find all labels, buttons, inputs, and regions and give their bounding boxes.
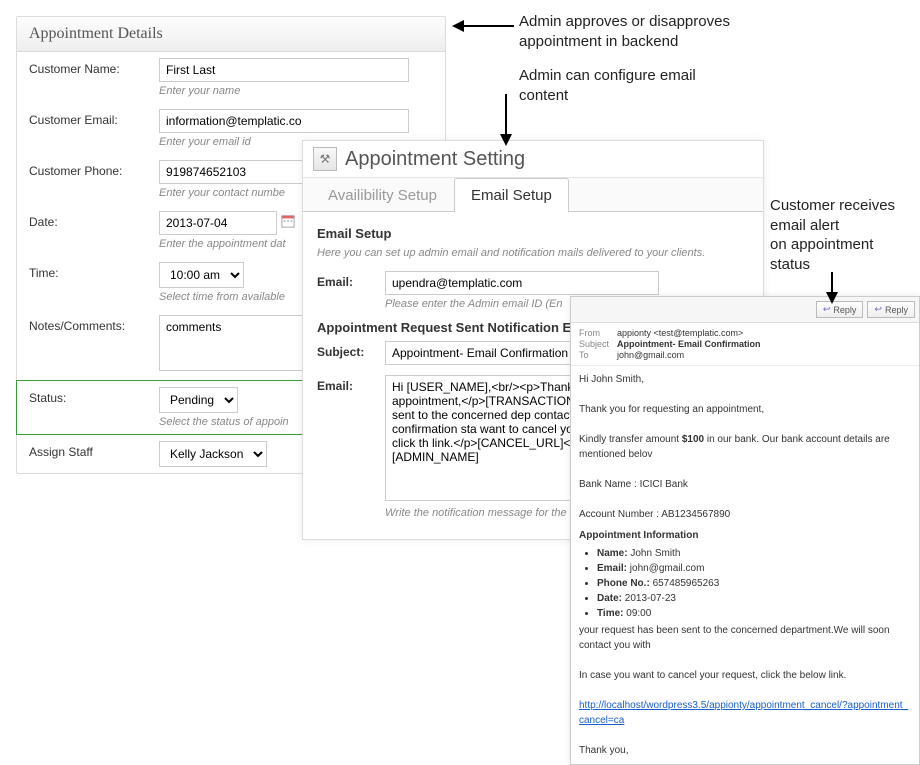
email-body: Hi John Smith, Thank you for requesting … (571, 366, 919, 764)
panel-title: Appointment Details (17, 17, 445, 52)
email-line-sent: your request has been sent to the concer… (579, 623, 911, 653)
list-item: Time: 09:00 (597, 606, 911, 621)
label-date: Date: (29, 211, 159, 229)
email-signoff: Thank you, (579, 743, 911, 758)
header-to-value: john@gmail.com (617, 350, 684, 360)
customer-email-input[interactable] (159, 109, 409, 133)
email-bank-name: Bank Name : ICICI Bank (579, 477, 911, 492)
label-customer-name: Customer Name: (29, 58, 159, 76)
header-to-label: To (579, 350, 617, 360)
email-toolbar: ↩Reply ↩Reply (571, 297, 919, 323)
tools-icon: ⚒ (313, 147, 337, 171)
header-from-value: appionty <test@templatic.com> (617, 328, 743, 338)
label-email-body: Email: (317, 375, 385, 393)
assign-staff-select[interactable]: Kelly Jackson (159, 441, 267, 467)
email-info-list: Name: John Smith Email: john@gmail.com P… (579, 546, 911, 621)
label-time: Time: (29, 262, 159, 280)
label-status: Status: (29, 387, 159, 405)
section-desc: Here you can set up admin email and noti… (317, 247, 749, 259)
email-info-heading: Appointment Information (579, 528, 911, 543)
reply-icon: ↩ (874, 304, 882, 315)
status-select[interactable]: Pending (159, 387, 238, 413)
customer-name-input[interactable] (159, 58, 409, 82)
arrow-icon (494, 92, 518, 146)
label-subject: Subject: (317, 341, 385, 359)
calendar-icon[interactable] (281, 214, 295, 228)
list-item: Email: john@gmail.com (597, 561, 911, 576)
email-account-number: Account Number : AB1234567890 (579, 507, 911, 522)
label-assign-staff: Assign Staff (29, 441, 159, 459)
email-line-thanks: Thank you for requesting an appointment, (579, 402, 911, 417)
email-greeting: Hi John Smith, (579, 372, 911, 387)
list-item: Name: John Smith (597, 546, 911, 561)
date-input[interactable] (159, 211, 277, 235)
time-select[interactable]: 10:00 am (159, 262, 244, 288)
settings-title: Appointment Setting (345, 148, 525, 171)
email-preview: ↩Reply ↩Reply Fromappionty <test@templat… (570, 296, 920, 765)
tab-availability[interactable]: Availibility Setup (311, 178, 454, 212)
tab-email-setup[interactable]: Email Setup (454, 178, 569, 212)
label-notes: Notes/Comments: (29, 315, 159, 333)
header-subject-value: Appointment- Email Confirmation (617, 339, 761, 349)
header-from-label: From (579, 328, 617, 338)
reply-button[interactable]: ↩Reply (816, 301, 864, 318)
reply-icon: ↩ (823, 304, 831, 315)
reply-button-2[interactable]: ↩Reply (867, 301, 915, 318)
settings-header: ⚒ Appointment Setting (303, 141, 763, 178)
settings-tabs: Availibility Setup Email Setup (303, 178, 763, 212)
row-customer-name: Customer Name: Enter your name (17, 52, 445, 103)
list-item: Phone No.: 657485965263 (597, 576, 911, 591)
label-customer-phone: Customer Phone: (29, 160, 159, 178)
label-admin-email: Email: (317, 271, 385, 289)
admin-email-input[interactable] (385, 271, 659, 295)
header-subject-label: Subject (579, 339, 617, 349)
email-line-transfer: Kindly transfer amount $100 in our bank.… (579, 432, 911, 462)
section-title: Email Setup (317, 226, 749, 241)
callout-configure: Admin can configure emailcontent (519, 66, 696, 105)
callout-customer: Customer receivesemail alerton appointme… (770, 196, 895, 274)
list-item: Date: 2013-07-23 (597, 591, 911, 606)
callout-approve: Admin approves or disapprovesappointment… (519, 12, 730, 51)
arrow-icon (452, 14, 516, 38)
email-cancel-link[interactable]: http://localhost/wordpress3.5/appionty/a… (579, 700, 908, 726)
email-headers: Fromappionty <test@templatic.com> Subjec… (571, 323, 919, 366)
hint-customer-name: Enter your name (159, 85, 433, 97)
email-line-cancel: In case you want to cancel your request,… (579, 668, 911, 683)
label-customer-email: Customer Email: (29, 109, 159, 127)
